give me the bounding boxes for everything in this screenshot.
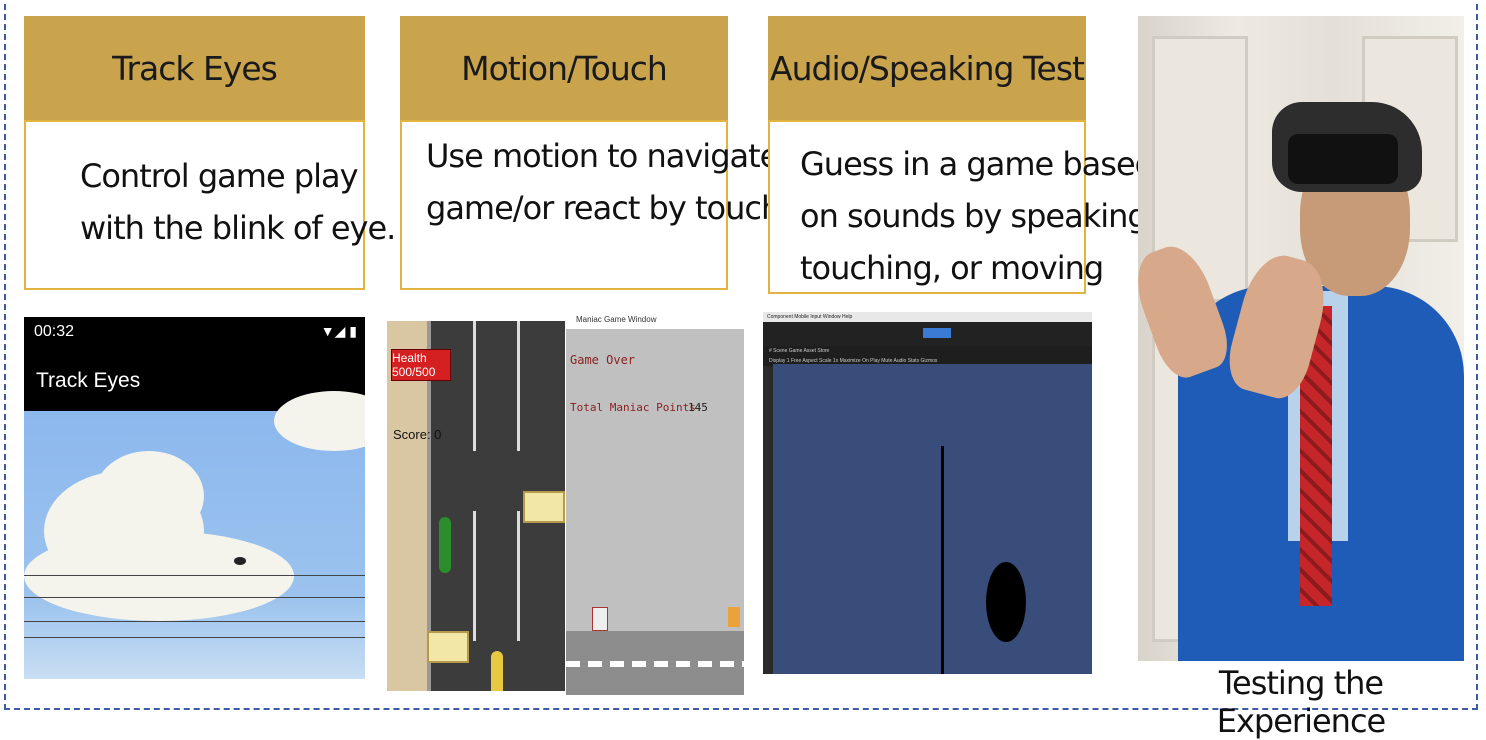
power-line [24,621,365,622]
headset-visor [1288,134,1398,184]
power-line [24,637,365,638]
phone-time: 00:32 [34,323,75,340]
card-header-track-eyes: Track Eyes [24,16,365,120]
description-line: Guess in a game based [800,145,1155,183]
total-points-label: Total Maniac Points: [570,401,703,414]
description-line: game/or react by touch [426,189,781,227]
car-sprite [523,491,565,523]
coin-icon [728,607,740,627]
description-line: Control game play [80,157,359,195]
lane-marker [517,321,520,691]
unity-editor-screenshot: Component Mobile Input Window Help # Sce… [763,312,1092,674]
road-game-screenshot: Health 500/500 Score: 0 [387,321,565,691]
road-stripe [566,661,744,667]
power-line [24,575,365,576]
score-label: Score: 0 [393,427,442,442]
cloud-shape [94,451,204,541]
unity-tab-labels: # Scene Game Asset Store [769,348,830,354]
description-line: with the blink of eye. [80,209,396,247]
power-line [24,597,365,598]
health-badge: Health 500/500 [391,349,451,381]
card-description-motion-touch: Use motion to navigate in a game/or reac… [400,120,843,290]
lane-marker [473,321,476,691]
window-title: Maniac Game Window [566,311,744,329]
card-header-motion-touch: Motion/Touch [400,16,728,120]
ball-shape [986,562,1026,642]
card-description-audio: Guess in a game based on sounds by speak… [768,120,1157,294]
track-eyes-phone-screenshot: 00:32 ▼◢ ▮ Track Eyes [24,317,365,679]
card-header-audio: Audio/Speaking Test [768,16,1086,120]
character-sprite [592,607,608,631]
play-button [923,328,951,338]
total-points-value: 145 [688,401,708,414]
photo-caption: Testing the Experience [1216,664,1386,740]
sky-scene [24,391,365,679]
cactus-icon [439,517,451,573]
card-description-track-eyes: Control game play with the blink of eye. [24,120,396,290]
bird-icon [234,557,246,565]
car-sprite [427,631,469,663]
person-with-headset-photo [1138,16,1464,661]
signal-battery-icon: ▼◢ ▮ [320,323,357,339]
description-line: touching, or moving [800,249,1104,287]
game-view [773,364,1092,674]
player-sprite [491,651,503,691]
vertical-bar [941,446,944,674]
unity-tabs: # Scene Game Asset Store Display 1 Free … [763,346,1092,366]
description-line: Use motion to navigate in a [426,137,843,175]
cloud-shape [24,531,294,621]
unity-menubar: Component Mobile Input Window Help [763,312,1092,322]
phone-app-title: Track Eyes [36,369,141,392]
game-over-text: Game Over [570,353,636,367]
description-line: on sounds by speaking, [800,197,1157,235]
game-over-window: Maniac Game Window Game Over Total Mania… [566,311,744,695]
